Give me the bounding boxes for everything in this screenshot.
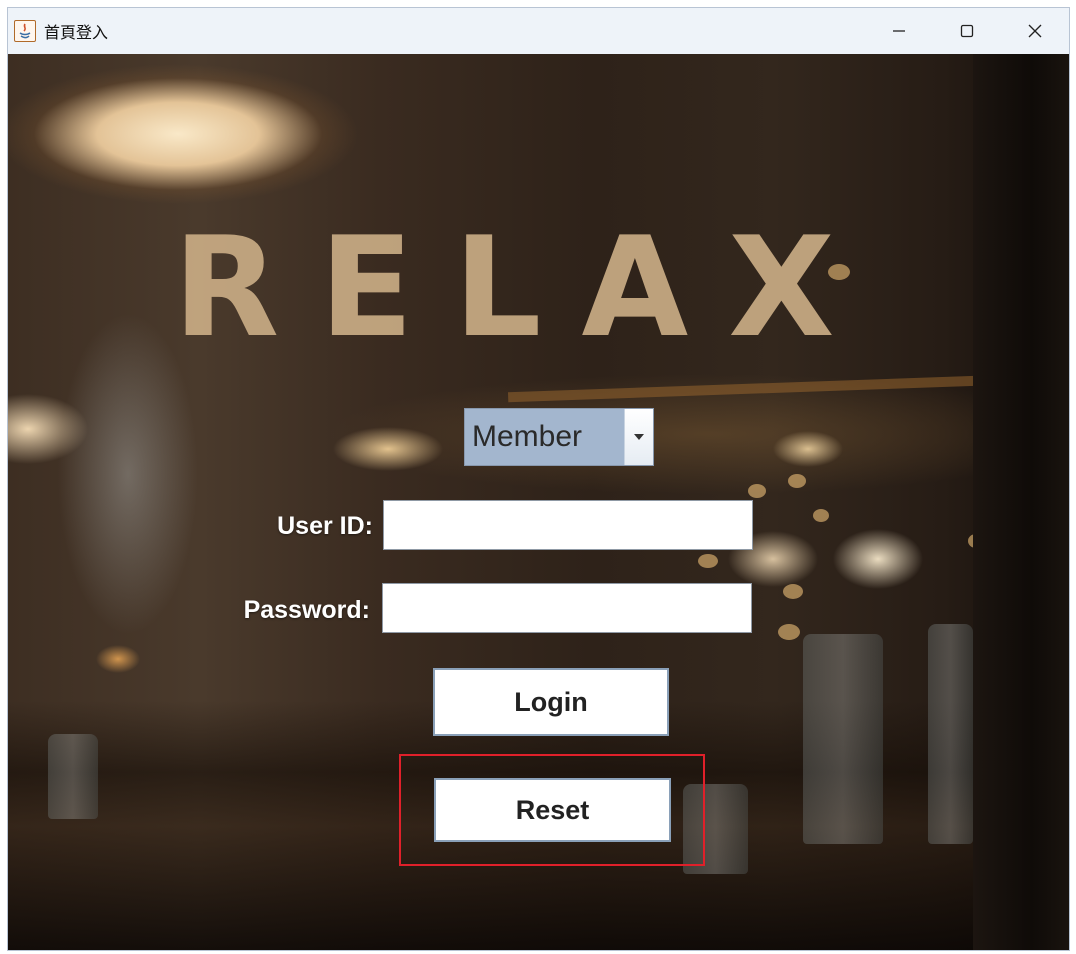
decor-shelf xyxy=(507,375,979,403)
user-id-label: User ID: xyxy=(277,512,373,540)
decor-bokeh xyxy=(778,624,800,640)
decor-bottle xyxy=(928,624,973,844)
decor-window-post xyxy=(973,54,1069,950)
password-input[interactable] xyxy=(382,583,752,633)
password-label: Password: xyxy=(243,596,370,624)
reset-button[interactable]: Reset xyxy=(434,778,671,842)
decor-bokeh xyxy=(783,584,803,599)
chevron-down-icon xyxy=(634,434,644,440)
maximize-button[interactable] xyxy=(933,8,1001,54)
title-bar: 首頁登入 xyxy=(8,8,1069,54)
close-button[interactable] xyxy=(1001,8,1069,54)
relax-title: RELAX xyxy=(173,207,875,368)
background-image: RELAX Member User ID: Password: Login Re… xyxy=(8,54,1069,950)
role-select-value: Member xyxy=(465,409,624,465)
decor-bokeh xyxy=(788,474,806,488)
role-select[interactable]: Member xyxy=(464,408,654,466)
window-title: 首頁登入 xyxy=(44,25,109,42)
maximize-icon xyxy=(960,24,974,38)
minimize-button[interactable] xyxy=(865,8,933,54)
login-button[interactable]: Login xyxy=(433,668,669,736)
close-icon xyxy=(1028,24,1042,38)
decor-bokeh xyxy=(698,554,718,568)
login-window: 首頁登入 RELAX Member User ID: Password: Log… xyxy=(7,7,1070,951)
minimize-icon xyxy=(893,30,905,32)
decor-bottle xyxy=(803,634,883,844)
user-id-input[interactable] xyxy=(383,500,753,550)
java-app-icon xyxy=(14,20,36,42)
decor-bottle xyxy=(48,734,98,819)
window-controls xyxy=(865,8,1069,54)
decor-bokeh xyxy=(748,484,766,498)
decor-bokeh xyxy=(813,509,829,522)
role-select-arrow[interactable] xyxy=(624,409,653,465)
